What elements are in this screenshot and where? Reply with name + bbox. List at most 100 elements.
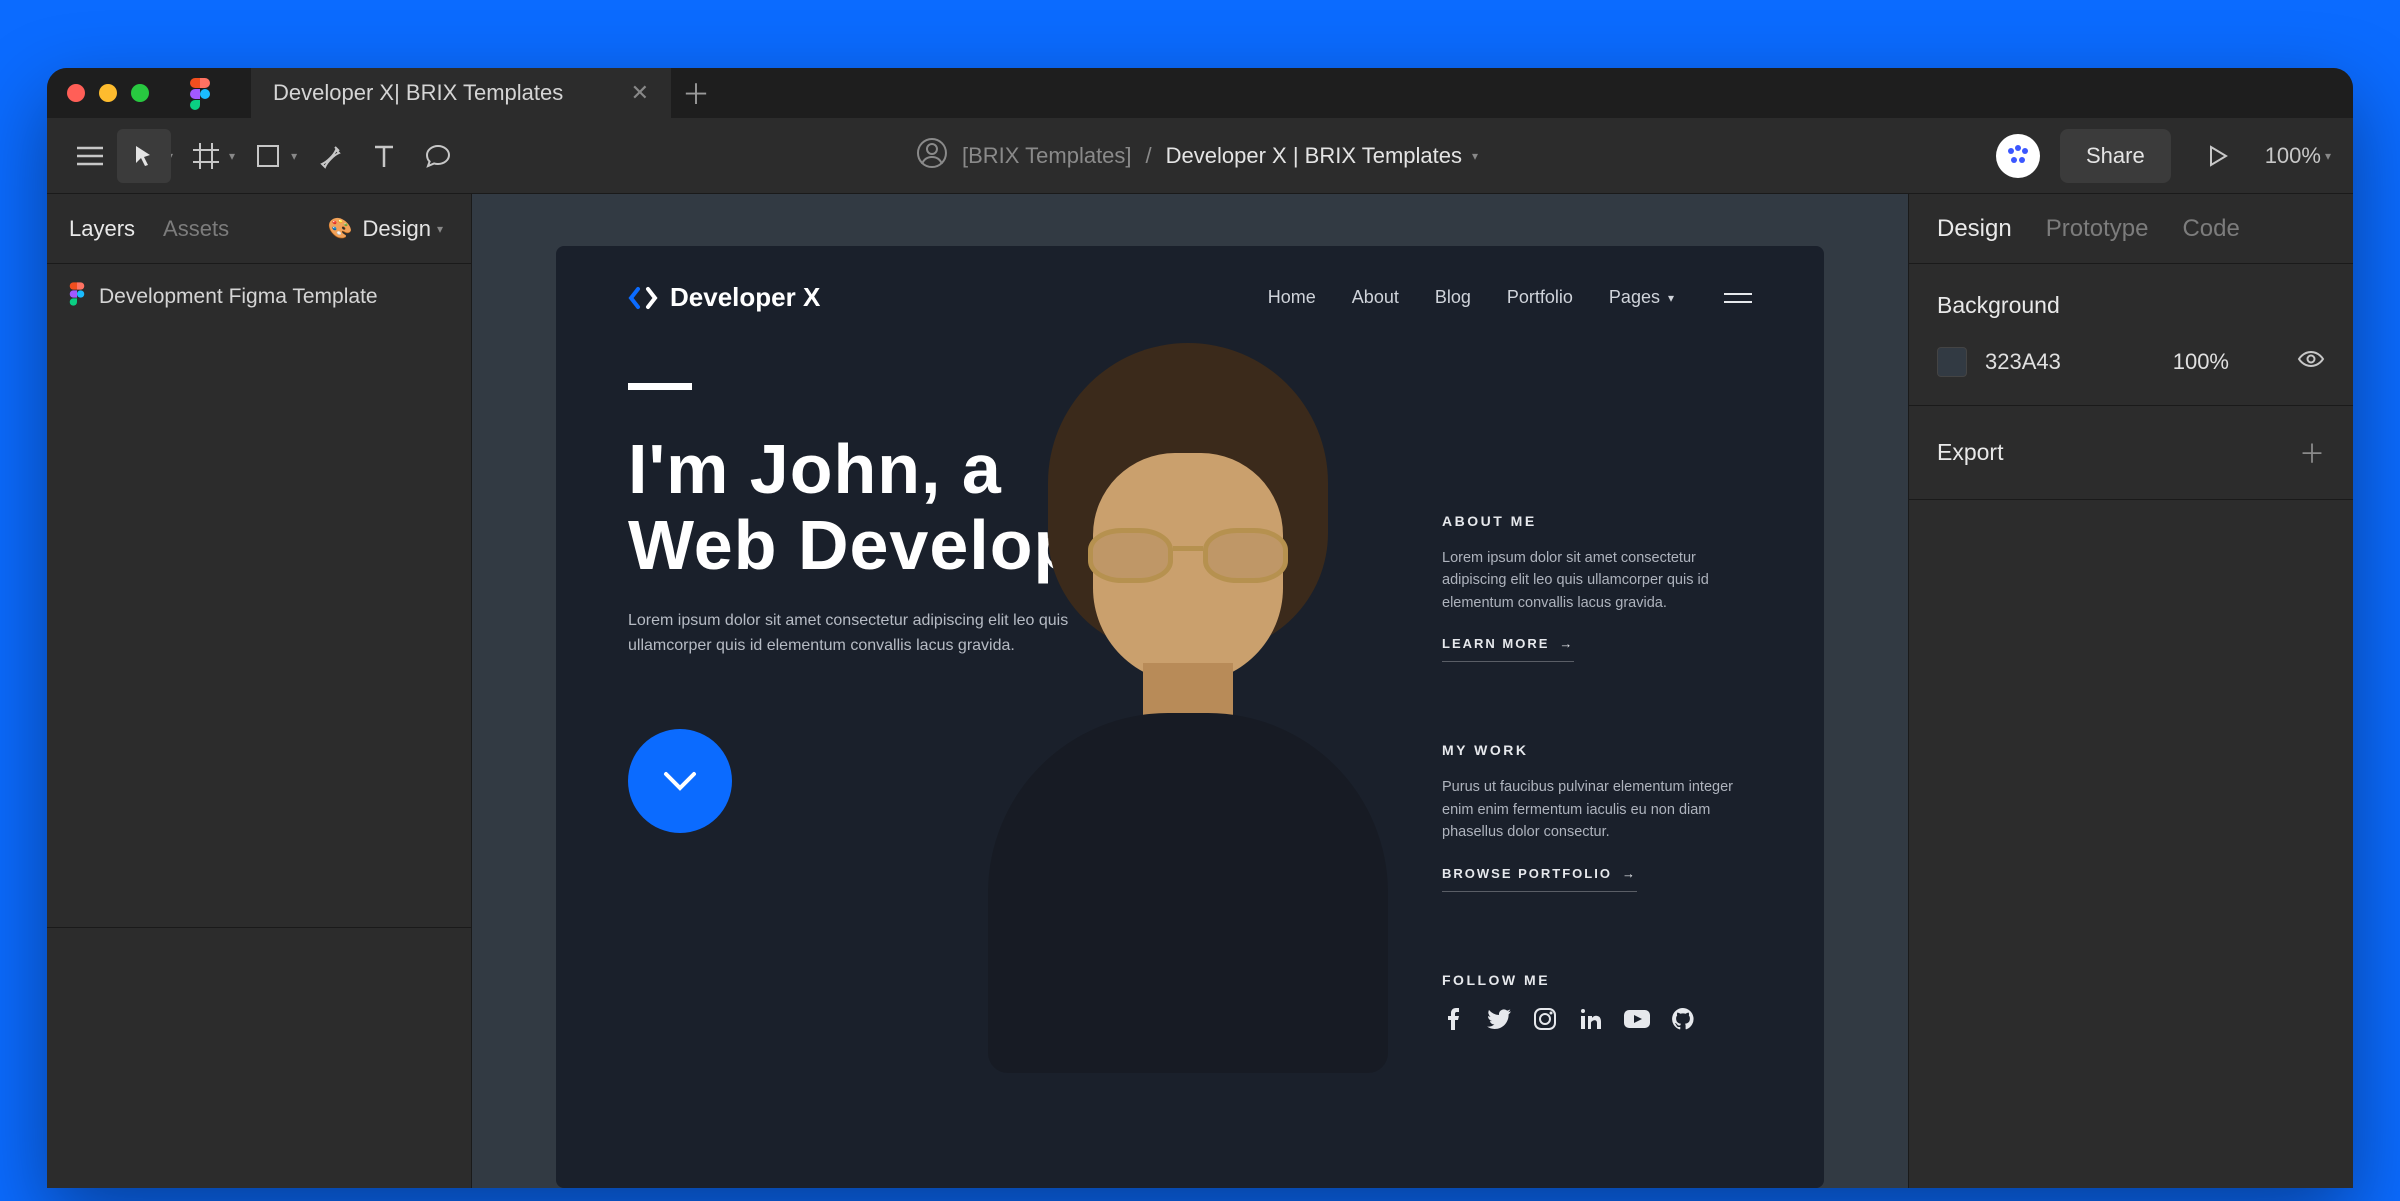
file-tab[interactable]: Developer X| BRIX Templates ✕ — [251, 68, 671, 118]
site-nav: Home About Blog Portfolio Pages ▾ — [1268, 287, 1752, 308]
social-links — [1442, 1008, 1752, 1030]
code-brackets-icon — [628, 287, 658, 309]
close-tab-icon[interactable]: ✕ — [631, 80, 649, 106]
maximize-window-button[interactable] — [131, 84, 149, 102]
figma-window: Developer X| BRIX Templates ✕ ＋ ▾ ▾ ▾ — [47, 68, 2353, 1188]
chevron-down-icon — [663, 771, 697, 791]
instagram-icon[interactable] — [1534, 1008, 1556, 1030]
collaborator-avatar[interactable] — [1996, 134, 2040, 178]
traffic-lights — [67, 84, 149, 102]
twitter-icon[interactable] — [1488, 1008, 1510, 1030]
tab-prototype[interactable]: Prototype — [2046, 215, 2149, 243]
file-tab-title: Developer X| BRIX Templates — [273, 80, 563, 106]
page-selector[interactable]: 🎨 Design ▾ — [328, 216, 449, 242]
follow-block: FOLLOW ME — [1442, 972, 1752, 1030]
nav-pages[interactable]: Pages ▾ — [1609, 287, 1674, 308]
zoom-caret-icon: ▾ — [2325, 149, 2331, 163]
work-heading: MY WORK — [1442, 742, 1752, 758]
close-window-button[interactable] — [67, 84, 85, 102]
add-export-button[interactable]: ＋ — [2299, 434, 2325, 471]
chevron-down-icon: ▾ — [1668, 291, 1674, 305]
frame-tool[interactable] — [179, 129, 233, 183]
background-hex[interactable]: 323A43 — [1985, 349, 2061, 375]
tab-layers[interactable]: Layers — [69, 216, 135, 242]
learn-more-link[interactable]: LEARN MORE → — [1442, 636, 1574, 662]
about-block: ABOUT ME Lorem ipsum dolor sit amet cons… — [1442, 513, 1752, 662]
canvas[interactable]: Developer X Home About Blog Portfolio Pa… — [472, 194, 1908, 1188]
browse-portfolio-link[interactable]: BROWSE PORTFOLIO → — [1442, 866, 1637, 892]
left-panel-tabs: Layers Assets 🎨 Design ▾ — [47, 194, 471, 264]
tab-design[interactable]: Design — [1937, 215, 2012, 243]
move-tool[interactable] — [117, 129, 171, 183]
share-button[interactable]: Share — [2060, 129, 2171, 183]
pen-tool[interactable] — [303, 129, 357, 183]
left-panel: Layers Assets 🎨 Design ▾ — [47, 194, 472, 1188]
work-body: Purus ut faucibus pulvinar elementum int… — [1442, 776, 1752, 843]
tab-code[interactable]: Code — [2182, 215, 2239, 243]
about-heading: ABOUT ME — [1442, 513, 1752, 529]
visibility-toggle-icon[interactable] — [2297, 349, 2325, 375]
about-body: Lorem ipsum dolor sit amet consectetur a… — [1442, 547, 1752, 614]
work-block: MY WORK Purus ut faucibus pulvinar eleme… — [1442, 742, 1752, 891]
background-section: Background 323A43 100% — [1909, 264, 2353, 406]
zoom-control[interactable]: 100% ▾ — [2265, 143, 2337, 169]
page-name: Design — [362, 216, 430, 242]
scroll-down-button[interactable] — [628, 729, 732, 833]
github-icon[interactable] — [1672, 1008, 1694, 1030]
youtube-icon[interactable] — [1626, 1008, 1648, 1030]
nav-portfolio[interactable]: Portfolio — [1507, 287, 1573, 308]
figma-file-icon — [69, 282, 85, 312]
follow-heading: FOLLOW ME — [1442, 972, 1752, 988]
background-label: Background — [1937, 292, 2325, 319]
minimize-window-button[interactable] — [99, 84, 117, 102]
browse-portfolio-label: BROWSE PORTFOLIO — [1442, 866, 1612, 881]
layer-item-label: Development Figma Template — [99, 285, 378, 309]
export-section: Export ＋ — [1909, 406, 2353, 500]
shape-tool[interactable] — [241, 129, 295, 183]
nav-home[interactable]: Home — [1268, 287, 1316, 308]
figma-logo-icon — [189, 78, 211, 108]
facebook-icon[interactable] — [1442, 1008, 1464, 1030]
hero: I'm John, a Web Developer Lorem ipsum do… — [628, 383, 1752, 1083]
learn-more-label: LEARN MORE — [1442, 636, 1549, 651]
linkedin-icon[interactable] — [1580, 1008, 1602, 1030]
comment-tool[interactable] — [411, 129, 465, 183]
titlebar: Developer X| BRIX Templates ✕ ＋ — [47, 68, 2353, 118]
main-area: Layers Assets 🎨 Design ▾ — [47, 194, 2353, 1188]
brand-text: Developer X — [670, 282, 820, 313]
arrow-right-icon: → — [1622, 866, 1637, 881]
brand: Developer X — [628, 282, 820, 313]
design-frame[interactable]: Developer X Home About Blog Portfolio Pa… — [556, 246, 1824, 1188]
file-name-caret-icon[interactable]: ▾ — [1472, 149, 1478, 163]
file-path[interactable]: [BRIX Templates] / Developer X | BRIX Te… — [916, 137, 1484, 175]
right-panel-tabs: Design Prototype Code — [1909, 194, 2353, 264]
layer-item[interactable]: Development Figma Template — [47, 264, 471, 330]
tab-assets[interactable]: Assets — [163, 216, 229, 242]
nav-pages-label: Pages — [1609, 287, 1660, 308]
path-separator: / — [1146, 143, 1152, 169]
side-blocks: ABOUT ME Lorem ipsum dolor sit amet cons… — [1442, 513, 1752, 1030]
owner-name: [BRIX Templates] — [962, 143, 1132, 169]
background-opacity[interactable]: 100% — [2173, 349, 2229, 375]
toolbar: ▾ ▾ ▾ [BRIX Templates] / Developer X | B… — [47, 118, 2353, 194]
accent-bar — [628, 383, 692, 390]
nav-blog[interactable]: Blog — [1435, 287, 1471, 308]
zoom-value: 100% — [2265, 143, 2321, 169]
hamburger-icon[interactable] — [1724, 293, 1752, 303]
right-panel: Design Prototype Code Background 323A43 … — [1908, 194, 2353, 1188]
main-menu-button[interactable] — [63, 129, 117, 183]
present-button[interactable] — [2191, 129, 2245, 183]
file-name: Developer X | BRIX Templates — [1166, 143, 1462, 169]
export-label: Export — [1937, 439, 2003, 466]
background-swatch[interactable] — [1937, 347, 1967, 377]
hero-photo — [928, 343, 1448, 1083]
new-tab-button[interactable]: ＋ — [671, 73, 721, 113]
page-caret-icon: ▾ — [437, 222, 443, 236]
background-row[interactable]: 323A43 100% — [1937, 347, 2325, 377]
left-panel-divider — [47, 927, 471, 928]
site-header: Developer X Home About Blog Portfolio Pa… — [628, 282, 1752, 313]
arrow-right-icon: → — [1559, 636, 1574, 651]
nav-about[interactable]: About — [1352, 287, 1399, 308]
palette-icon: 🎨 — [328, 216, 353, 241]
text-tool[interactable] — [357, 129, 411, 183]
